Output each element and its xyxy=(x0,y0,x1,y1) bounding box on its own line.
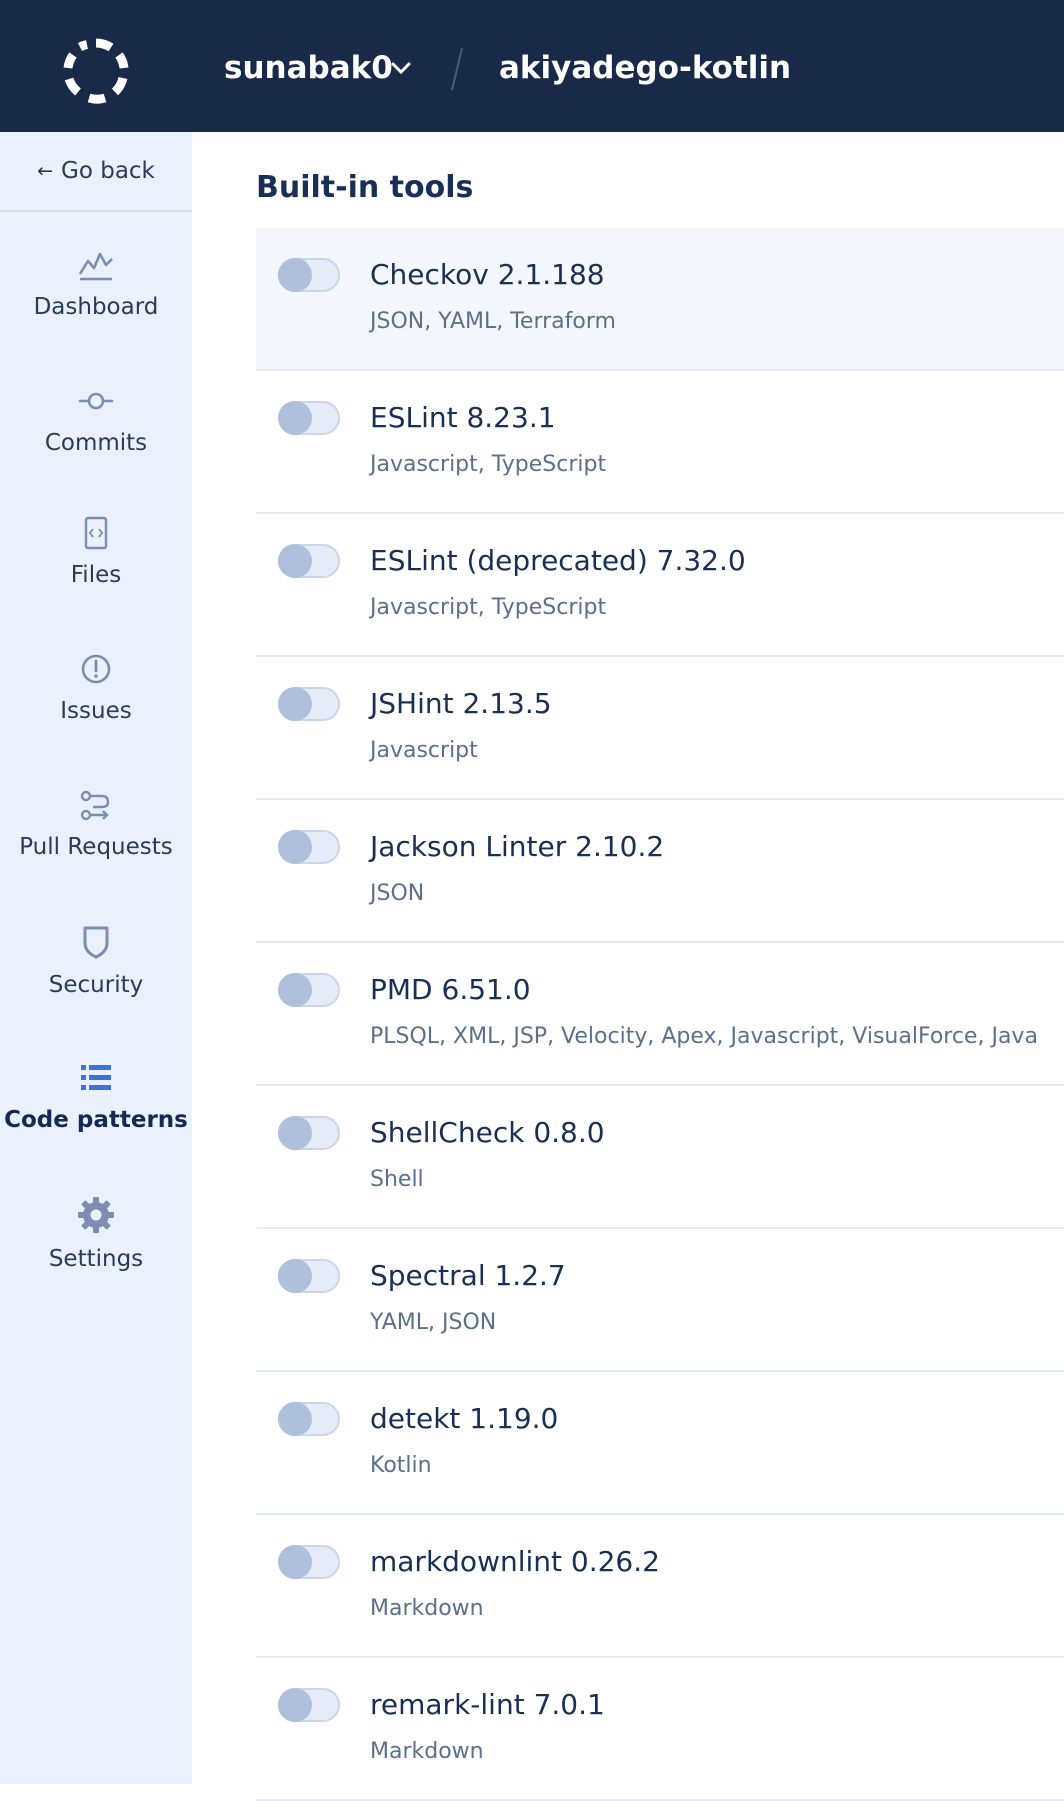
tool-languages: Markdown xyxy=(370,1739,484,1764)
chevron-down-icon[interactable] xyxy=(390,60,412,76)
alert-circle-icon xyxy=(81,654,111,684)
tool-languages: YAML, JSON xyxy=(370,1310,497,1335)
toggle-knob xyxy=(278,973,312,1007)
tool-languages: Javascript xyxy=(370,738,478,763)
tool-toggle[interactable] xyxy=(278,401,340,435)
top-bar: sunabak0 akiyadego-kotlin xyxy=(0,0,1064,132)
tool-languages: JSON xyxy=(370,881,425,906)
sidebar-item-dashboard[interactable]: Dashboard xyxy=(0,248,192,368)
sidebar-item-label: Issues xyxy=(60,698,132,724)
toggle-knob xyxy=(278,258,312,292)
dashboard-icon xyxy=(78,252,113,281)
sidebar-item-label: Files xyxy=(70,562,122,588)
tool-name: ESLint (deprecated) 7.32.0 xyxy=(370,544,746,577)
tool-name: remark-lint 7.0.1 xyxy=(370,1688,605,1721)
tool-row: Checkov 2.1.188 JSON, YAML, Terraform xyxy=(256,228,1064,371)
tool-languages: Kotlin xyxy=(370,1453,432,1478)
toggle-knob xyxy=(278,1545,312,1579)
tool-toggle[interactable] xyxy=(278,544,340,578)
file-code-icon xyxy=(84,516,108,550)
sidebar-item-label: Security xyxy=(48,972,144,998)
tool-name: ShellCheck 0.8.0 xyxy=(370,1116,605,1149)
tool-row: Spectral 1.2.7 YAML, JSON xyxy=(256,1229,1064,1372)
tool-row: markdownlint 0.26.2 Markdown xyxy=(256,1515,1064,1658)
pull-request-icon xyxy=(80,790,110,821)
tool-name: Jackson Linter 2.10.2 xyxy=(370,830,665,863)
sidebar-item-code-patterns[interactable]: Code patterns xyxy=(0,1061,192,1181)
tool-toggle[interactable] xyxy=(278,973,340,1007)
sidebar-item-label: Settings xyxy=(48,1246,144,1272)
go-back-link[interactable]: ← Go back xyxy=(0,132,192,212)
tool-row: Jackson Linter 2.10.2 JSON xyxy=(256,800,1064,943)
repository-name[interactable]: akiyadego-kotlin xyxy=(499,50,791,86)
tool-toggle[interactable] xyxy=(278,1116,340,1150)
tool-toggle[interactable] xyxy=(278,687,340,721)
tool-row: ShellCheck 0.8.0 Shell xyxy=(256,1086,1064,1229)
arrow-left-icon: ← xyxy=(37,160,54,182)
toggle-knob xyxy=(278,544,312,578)
list-icon xyxy=(81,1065,111,1090)
tool-name: detekt 1.19.0 xyxy=(370,1402,559,1435)
organization-name[interactable]: sunabak0 xyxy=(224,50,393,86)
tool-name: ESLint 8.23.1 xyxy=(370,401,556,434)
tool-toggle[interactable] xyxy=(278,1402,340,1436)
tool-languages: JSON, YAML, Terraform xyxy=(370,309,616,334)
commit-icon xyxy=(79,392,113,410)
tool-row: remark-lint 7.0.1 Markdown xyxy=(256,1658,1064,1801)
shield-icon xyxy=(83,926,109,959)
tool-name: markdownlint 0.26.2 xyxy=(370,1545,660,1578)
tool-name: Checkov 2.1.188 xyxy=(370,258,605,291)
tool-row: ESLint (deprecated) 7.32.0 Javascript, Ty… xyxy=(256,514,1064,657)
toggle-knob xyxy=(278,1116,312,1150)
sidebar-item-settings[interactable]: Settings xyxy=(0,1196,192,1316)
sidebar-item-label: Dashboard xyxy=(33,294,159,320)
tool-languages: Shell xyxy=(370,1167,424,1192)
tool-row: PMD 6.51.0 PLSQL, XML, JSP, Velocity, Ape… xyxy=(256,943,1064,1086)
sidebar-item-issues[interactable]: Issues xyxy=(0,652,192,772)
sidebar-item-label: Pull Requests xyxy=(19,834,173,860)
toggle-knob xyxy=(278,830,312,864)
tool-toggle[interactable] xyxy=(278,1545,340,1579)
sidebar-item-commits[interactable]: Commits xyxy=(0,384,192,504)
logo-icon[interactable] xyxy=(62,37,130,105)
toggle-knob xyxy=(278,1688,312,1722)
sidebar-item-files[interactable]: Files xyxy=(0,516,192,636)
toggle-knob xyxy=(278,687,312,721)
tool-toggle[interactable] xyxy=(278,1688,340,1722)
breadcrumb-divider xyxy=(451,47,463,91)
toggle-knob xyxy=(278,1259,312,1293)
tool-row: JSHint 2.13.5 Javascript xyxy=(256,657,1064,800)
toggle-knob xyxy=(278,401,312,435)
sidebar-item-security[interactable]: Security xyxy=(0,924,192,1044)
tool-row: ESLint 8.23.1 Javascript, TypeScript xyxy=(256,371,1064,514)
go-back-label: Go back xyxy=(61,158,155,184)
toggle-knob xyxy=(278,1402,312,1436)
gear-icon xyxy=(78,1197,114,1233)
tool-toggle[interactable] xyxy=(278,830,340,864)
section-title: Built-in tools xyxy=(256,170,474,205)
tool-name: Spectral 1.2.7 xyxy=(370,1259,566,1292)
tool-row: detekt 1.19.0 Kotlin xyxy=(256,1372,1064,1515)
sidebar-item-pull-requests[interactable]: Pull Requests xyxy=(0,788,192,908)
tool-languages: Javascript, TypeScript xyxy=(370,452,607,477)
tool-languages: PLSQL, XML, JSP, Velocity, Apex, Javascr… xyxy=(370,1024,1038,1049)
tools-list: Checkov 2.1.188 JSON, YAML, Terraform ESLi… xyxy=(256,228,1064,1801)
tool-name: PMD 6.51.0 xyxy=(370,973,531,1006)
tool-languages: Javascript, TypeScript xyxy=(370,595,607,620)
tool-name: JSHint 2.13.5 xyxy=(370,687,552,720)
sidebar: ← Go back Dashboard Commits Files Issues xyxy=(0,132,192,1784)
sidebar-item-label: Code patterns xyxy=(4,1107,188,1133)
tool-toggle[interactable] xyxy=(278,1259,340,1293)
sidebar-item-label: Commits xyxy=(44,430,148,456)
tool-toggle[interactable] xyxy=(278,258,340,292)
tool-languages: Markdown xyxy=(370,1596,484,1621)
